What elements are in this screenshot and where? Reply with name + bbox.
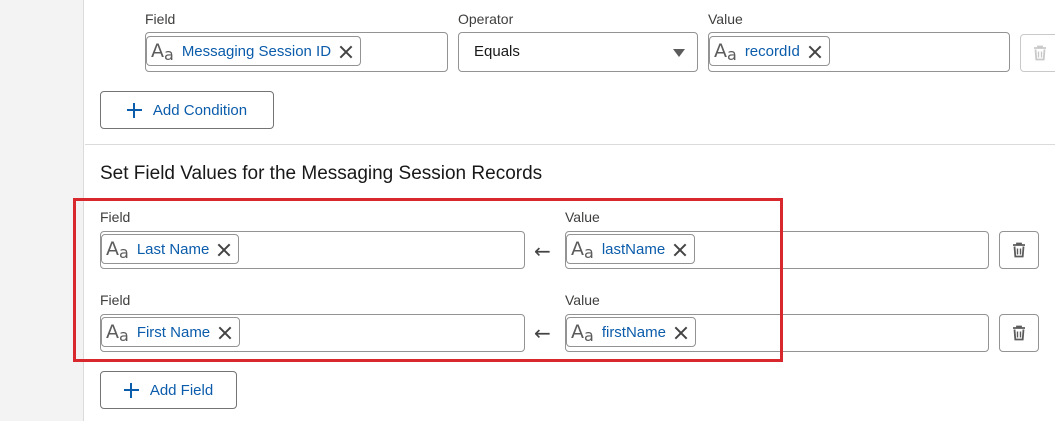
trash-icon xyxy=(1013,242,1025,258)
plus-icon xyxy=(123,382,139,398)
condition-field-pill: Aa Messaging Session ID xyxy=(146,36,362,66)
operator-select-value: Equals xyxy=(474,43,520,60)
add-condition-button[interactable]: Add Condition xyxy=(100,91,274,129)
trash-icon xyxy=(1013,325,1025,341)
left-gutter xyxy=(0,0,84,421)
plus-icon xyxy=(126,102,142,118)
delete-condition-button[interactable] xyxy=(1020,34,1055,72)
section-divider xyxy=(85,144,1055,145)
text-type-icon: Aa xyxy=(714,40,737,64)
condition-field-label: Field xyxy=(145,11,176,27)
add-field-button[interactable]: Add Field xyxy=(100,371,237,409)
section-title: Set Field Values for the Messaging Sessi… xyxy=(100,163,543,184)
operator-select[interactable]: Equals xyxy=(458,32,698,72)
row1-delete-button[interactable] xyxy=(999,231,1039,269)
condition-value-label: Value xyxy=(708,11,743,27)
close-icon[interactable] xyxy=(808,45,821,58)
add-field-label: Add Field xyxy=(149,381,214,399)
trash-icon xyxy=(1034,45,1046,61)
condition-field-pill-label: Messaging Session ID xyxy=(181,42,332,60)
row2-delete-button[interactable] xyxy=(999,314,1039,352)
highlight-annotation-box xyxy=(73,198,783,362)
condition-operator-label: Operator xyxy=(458,11,514,27)
condition-value-pill-label: recordId xyxy=(744,42,800,60)
chevron-down-icon xyxy=(673,49,685,57)
condition-field-input[interactable]: Aa Messaging Session ID xyxy=(145,32,448,72)
add-condition-label: Add Condition xyxy=(152,101,248,119)
text-type-icon: Aa xyxy=(151,40,174,64)
close-icon[interactable] xyxy=(339,45,352,58)
condition-value-pill: Aa recordId xyxy=(709,36,830,66)
condition-value-input[interactable]: Aa recordId xyxy=(708,32,1010,72)
